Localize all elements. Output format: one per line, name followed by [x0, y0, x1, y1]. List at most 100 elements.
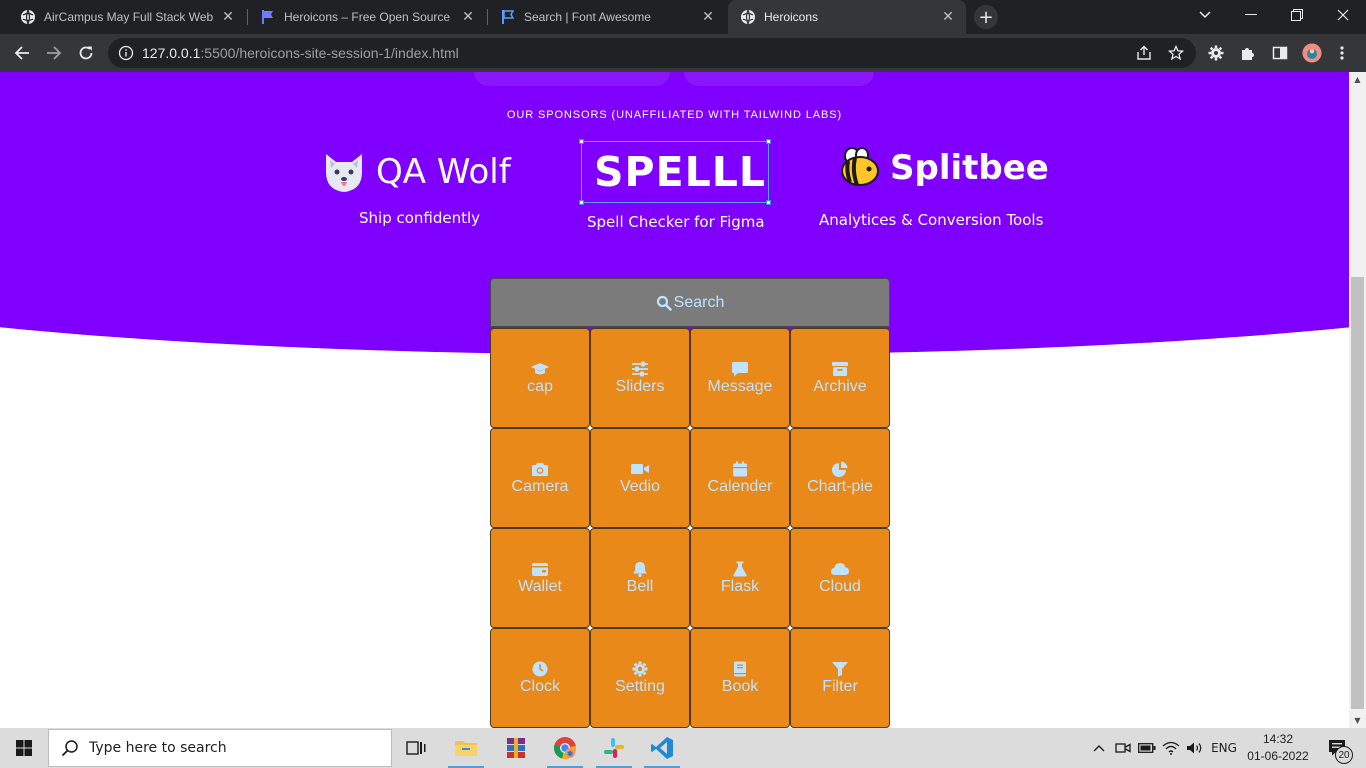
resize-handle[interactable] — [766, 139, 771, 144]
page-scrollbar[interactable]: ▲ ▼ — [1349, 72, 1366, 728]
sponsor-spelll-logo[interactable]: SPELLL — [594, 148, 766, 196]
icon-tile-clock[interactable]: Clock — [490, 628, 590, 728]
tile-label: Book — [721, 677, 759, 695]
cloud-icon — [830, 561, 850, 577]
calendar-icon — [730, 461, 750, 477]
reload-icon[interactable] — [73, 40, 99, 66]
profile-avatar[interactable] — [1302, 43, 1322, 63]
sponsor-qa-wolf-logo[interactable]: QA Wolf — [322, 150, 511, 194]
tab-heroicons[interactable]: Heroicons ✕ — [728, 0, 966, 34]
hero-button-left[interactable] — [474, 72, 670, 86]
tile-label: Message — [707, 377, 773, 395]
icon-tile-filter[interactable]: Filter — [790, 628, 890, 728]
taskbar-search-box[interactable] — [48, 729, 392, 767]
tile-label: Setting — [615, 677, 665, 695]
tab-font-awesome[interactable]: Search | Font Awesome ✕ — [488, 0, 726, 34]
taskbar-clock[interactable]: 14:32 01-06-2022 — [1242, 731, 1314, 765]
scroll-up-arrow[interactable]: ▲ — [1353, 75, 1362, 84]
icon-tile-chart-pie[interactable]: Chart-pie — [790, 428, 890, 528]
share-icon[interactable] — [1134, 43, 1154, 63]
wolf-icon — [322, 150, 366, 194]
icon-tile-book[interactable]: Book — [690, 628, 790, 728]
winrar-icon[interactable] — [492, 728, 540, 768]
resize-handle[interactable] — [766, 200, 771, 205]
windows-taskbar: ENG 14:32 01-06-2022 20 — [0, 728, 1366, 768]
puzzle-icon[interactable] — [1238, 43, 1258, 63]
resize-handle[interactable] — [579, 200, 584, 205]
side-panel-icon[interactable] — [1270, 43, 1290, 63]
battery-icon[interactable] — [1136, 728, 1158, 768]
icon-tile-calendar[interactable]: Calender — [690, 428, 790, 528]
icon-tile-camera[interactable]: Camera — [490, 428, 590, 528]
url-text: 127.0.0.1:5500/heroicons-site-session-1/… — [142, 45, 459, 61]
file-explorer-icon[interactable] — [442, 728, 490, 768]
sponsor-name: QA Wolf — [376, 152, 511, 192]
language-indicator[interactable]: ENG — [1208, 728, 1240, 768]
tab-aircampus[interactable]: AirCampus May Full Stack Web D ✕ — [8, 0, 246, 34]
task-view-icon[interactable] — [392, 728, 440, 768]
windows-start-icon[interactable] — [0, 728, 48, 768]
globe-icon — [740, 9, 756, 25]
tile-label: Flask — [720, 577, 760, 595]
bell-icon — [630, 561, 650, 577]
minimize-icon[interactable] — [1228, 0, 1274, 30]
volume-icon[interactable] — [1184, 728, 1206, 768]
chrome-icon[interactable] — [541, 728, 589, 768]
notification-count-badge: 20 — [1335, 746, 1353, 764]
wifi-icon[interactable] — [1160, 728, 1182, 768]
icon-tile-message[interactable]: Message — [690, 328, 790, 428]
icon-tile-sliders[interactable]: Sliders — [590, 328, 690, 428]
search-icon — [61, 739, 79, 757]
info-icon[interactable] — [118, 45, 134, 61]
browser-toolbar: 127.0.0.1:5500/heroicons-site-session-1/… — [0, 34, 1366, 72]
close-window-icon[interactable] — [1320, 0, 1366, 30]
archive-icon — [830, 361, 850, 377]
sponsor-tagline: Ship confidently — [359, 209, 481, 227]
taskbar-search-input[interactable] — [89, 740, 369, 756]
address-bar[interactable]: 127.0.0.1:5500/heroicons-site-session-1/… — [108, 38, 1196, 68]
flag-icon — [260, 9, 276, 25]
icon-tile-bell[interactable]: Bell — [590, 528, 690, 628]
tile-label: Camera — [511, 477, 569, 495]
meet-now-icon[interactable] — [1112, 728, 1134, 768]
new-tab-button[interactable]: + — [974, 5, 998, 29]
search-button[interactable]: Search — [490, 278, 890, 327]
close-icon[interactable]: ✕ — [940, 9, 956, 25]
slack-icon[interactable] — [590, 728, 638, 768]
icon-tile-setting[interactable]: Setting — [590, 628, 690, 728]
close-icon[interactable]: ✕ — [460, 9, 476, 25]
bookmark-star-icon[interactable] — [1166, 43, 1186, 63]
back-icon[interactable] — [9, 40, 35, 66]
search-icon — [656, 295, 672, 311]
scrollbar-thumb[interactable] — [1351, 277, 1364, 709]
tile-label: Clock — [519, 677, 560, 695]
vscode-icon[interactable] — [638, 728, 686, 768]
chevron-up-icon[interactable] — [1088, 728, 1110, 768]
icon-tile-wallet[interactable]: Wallet — [490, 528, 590, 628]
icon-tile-flask[interactable]: Flask — [690, 528, 790, 628]
icon-tile-cap[interactable]: cap — [490, 328, 590, 428]
hero-button-right[interactable] — [684, 72, 874, 86]
page-viewport: OUR SPONSORS (UNAFFILIATED WITH TAILWIND… — [0, 72, 1349, 728]
sponsors-heading: OUR SPONSORS (UNAFFILIATED WITH TAILWIND… — [506, 109, 843, 121]
notification-center-icon[interactable]: 20 — [1318, 728, 1358, 768]
icon-tile-archive[interactable]: Archive — [790, 328, 890, 428]
restore-icon[interactable] — [1274, 0, 1320, 30]
extension-gear-icon[interactable] — [1206, 43, 1226, 63]
close-icon[interactable]: ✕ — [220, 9, 236, 25]
tile-label: Vedio — [619, 477, 661, 495]
tile-label: Bell — [626, 577, 654, 595]
search-label: Search — [673, 293, 725, 311]
forward-icon[interactable] — [41, 40, 67, 66]
scroll-down-arrow[interactable]: ▼ — [1353, 716, 1362, 725]
resize-handle[interactable] — [579, 139, 584, 144]
icon-tile-video[interactable]: Vedio — [590, 428, 690, 528]
tile-label: Sliders — [615, 377, 665, 395]
close-icon[interactable]: ✕ — [700, 9, 716, 25]
tab-search-icon[interactable] — [1182, 0, 1228, 30]
menu-kebab-icon[interactable] — [1332, 43, 1352, 63]
sponsor-splitbee-logo[interactable]: Splitbee — [838, 146, 1049, 190]
tab-strip: AirCampus May Full Stack Web D ✕ Heroico… — [0, 0, 1366, 34]
icon-tile-cloud[interactable]: Cloud — [790, 528, 890, 628]
tab-heroicons-svg[interactable]: Heroicons – Free Open Source SV ✕ — [248, 0, 486, 34]
